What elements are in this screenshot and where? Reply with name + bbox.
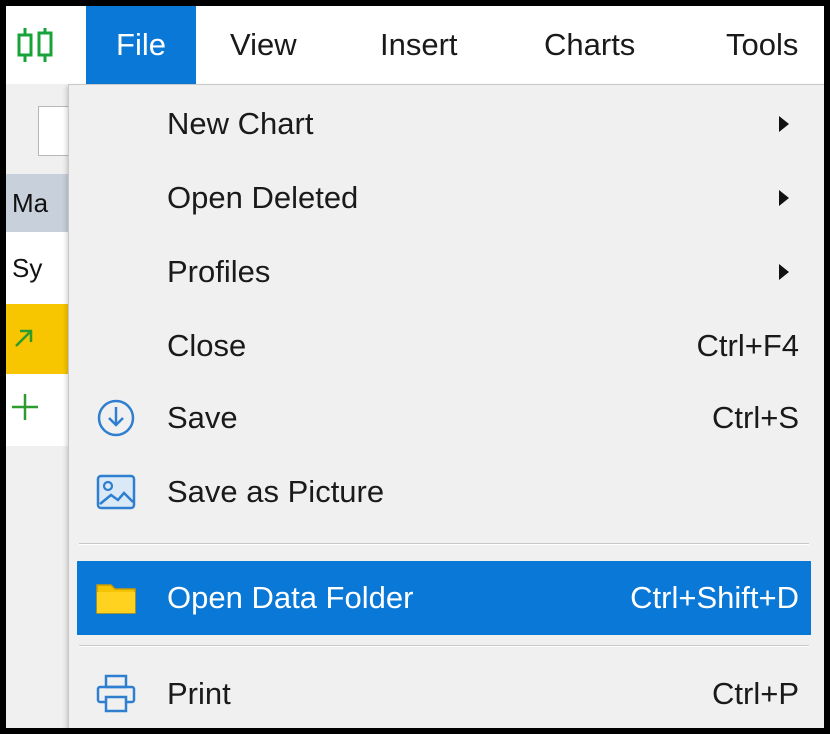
menu-item-save-as-picture[interactable]: Save as Picture [77,457,811,527]
printer-icon [96,674,136,713]
menu-item-shortcut: Ctrl+S [712,400,799,435]
menu-item-label: Open Deleted [167,180,359,215]
menu-item-shortcut: Ctrl+P [712,676,799,711]
menu-item-open-deleted[interactable]: Open Deleted [77,163,811,233]
menu-item-print[interactable]: Print Ctrl+P [77,659,811,728]
menu-item-profiles[interactable]: Profiles [77,237,811,307]
plus-icon [12,394,38,420]
menu-separator [79,645,809,647]
submenu-arrow-icon [779,116,789,132]
menu-item-close[interactable]: Close Ctrl+F4 [77,311,811,381]
folder-icon [96,584,136,614]
candlestick-chart-icon[interactable] [14,24,56,66]
menu-item-label: Open Data Folder [167,580,414,615]
submenu-arrow-icon [779,190,789,206]
menu-file[interactable]: File [86,6,196,84]
arrow-up-right-icon [15,329,33,347]
menu-item-label: Profiles [167,254,271,289]
menu-item-new-chart[interactable]: New Chart [77,89,811,159]
menu-bar: File View Insert Charts Tools [6,6,824,84]
menu-item-label: Print [167,676,231,711]
picture-icon [96,474,136,510]
menu-insert[interactable]: Insert [366,6,472,84]
menu-item-save[interactable]: Save Ctrl+S [77,383,811,453]
menu-separator [79,543,809,545]
menu-view[interactable]: View [216,6,311,84]
menu-tools[interactable]: Tools [712,6,812,84]
menu-item-shortcut: Ctrl+F4 [696,328,800,363]
menu-item-open-data-folder[interactable]: Open Data Folder Ctrl+Shift+D [77,561,811,635]
app-window: File View Insert Charts Tools Ma Sy New … [6,6,824,728]
menu-item-label: New Chart [167,106,314,141]
file-menu-dropdown: New Chart Open Deleted Profiles Close Ct… [68,84,824,728]
menu-item-label: Save as Picture [167,474,385,509]
menu-item-label: Close [167,328,247,363]
submenu-arrow-icon [779,264,789,280]
menu-charts[interactable]: Charts [530,6,649,84]
menu-item-shortcut: Ctrl+Shift+D [630,580,799,615]
menu-item-label: Save [167,400,238,435]
save-icon [97,399,135,437]
